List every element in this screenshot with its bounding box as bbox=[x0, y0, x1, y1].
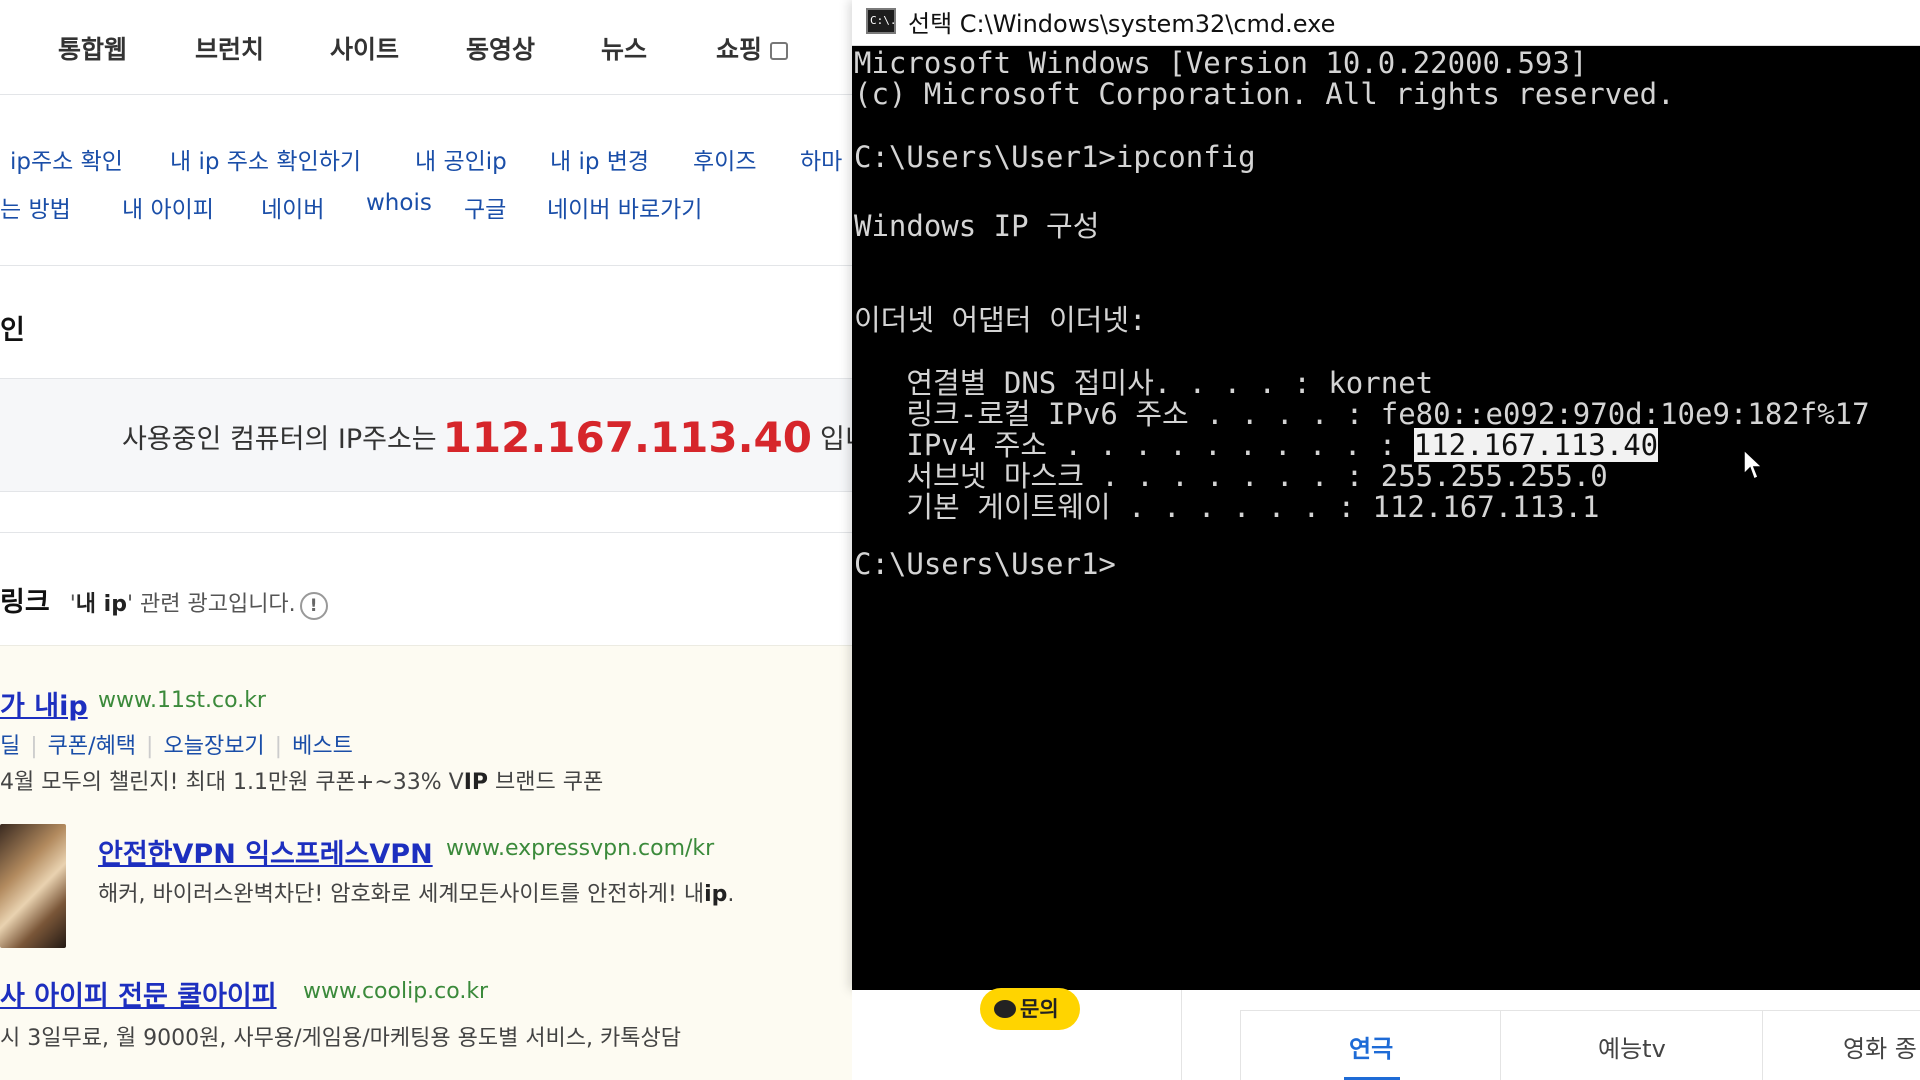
divider bbox=[1181, 990, 1182, 1080]
ad-description: 4월 모두의 챌린지! 최대 1.1만원 쿠폰+~33% VIP 브랜드 쿠폰 bbox=[0, 764, 603, 796]
ad-url[interactable]: www.coolip.co.kr bbox=[303, 979, 488, 1004]
ad-sitelink[interactable]: 오늘장보기 bbox=[163, 734, 264, 759]
ad-sitelink[interactable]: 쿠폰/혜택 bbox=[48, 734, 136, 759]
related-search-link[interactable]: ip주소 확인 bbox=[10, 142, 123, 176]
related-search-link[interactable]: 구글 bbox=[464, 190, 506, 224]
cmd-window[interactable]: C:\. 선택 C:\Windows\system32\cmd.exe Micr… bbox=[852, 0, 1920, 990]
console-line: Microsoft Windows [Version 10.0.22000.59… bbox=[854, 46, 1588, 80]
inquiry-chat-button[interactable]: 문의 bbox=[980, 988, 1080, 1030]
tab-integrated-web[interactable]: 통합웹 bbox=[58, 30, 127, 66]
ad-title-link[interactable]: 안전한VPN 익스프레스VPN bbox=[98, 832, 433, 871]
tab-entertainment-tv[interactable]: 예능tv bbox=[1598, 1029, 1666, 1064]
related-search-link[interactable]: 하마 bbox=[800, 142, 842, 176]
related-search-link[interactable]: 내 ip 주소 확인하기 bbox=[170, 142, 361, 176]
ip-address-value: 112.167.113.40 bbox=[442, 413, 812, 462]
ad-desc-text: 4월 모두의 챌린지! 최대 1.1만원 쿠폰+~33% V bbox=[0, 770, 464, 795]
ad-url[interactable]: www.11st.co.kr bbox=[98, 688, 266, 713]
search-tab-bar: 통합웹 브런치 사이트 동영상 뉴스 쇼핑 bbox=[0, 0, 852, 95]
ip-answer-box: 사용중인 컴퓨터의 IP주소는112.167.113.40입니 bbox=[0, 378, 852, 492]
ip-answer-line: 사용중인 컴퓨터의 IP주소는112.167.113.40입니 bbox=[122, 413, 852, 462]
tab-video[interactable]: 동영상 bbox=[466, 30, 535, 66]
ad-desc-keyword: IP bbox=[463, 770, 489, 795]
chat-bubble-icon bbox=[994, 1000, 1016, 1018]
ad-description: 시 3일무료, 월 9000원, 사무용/게임용/마케팅용 용도별 서비스, 카… bbox=[0, 1026, 681, 1051]
ip-prefix: 사용중인 컴퓨터의 IP주소는 bbox=[122, 424, 437, 455]
related-search-link[interactable]: 네이버 bbox=[261, 190, 324, 224]
ip-suffix: 입니 bbox=[819, 424, 852, 455]
ad-title-link[interactable]: 사 아이피 전문 쿨아이피 bbox=[0, 974, 277, 1013]
related-search-link[interactable]: whois bbox=[366, 190, 432, 216]
divider bbox=[1500, 1011, 1501, 1080]
info-icon[interactable]: ! bbox=[299, 592, 328, 620]
ad-title-link[interactable]: 가 내ip bbox=[0, 684, 88, 723]
mouse-pointer-icon bbox=[1743, 448, 1764, 481]
related-search-link[interactable]: 내 ip 변경 bbox=[550, 142, 649, 176]
cmd-window-title: 선택 C:\Windows\system32\cmd.exe bbox=[908, 10, 1336, 38]
tab-shopping[interactable]: 쇼핑 bbox=[716, 30, 789, 66]
related-searches: ip주소 확인 내 ip 주소 확인하기 내 공인ip 내 ip 변경 후이즈 … bbox=[0, 96, 852, 266]
related-search-link[interactable]: 네이버 바로가기 bbox=[547, 190, 702, 224]
ad-section-title: 링크 bbox=[0, 587, 50, 618]
tab-theater[interactable]: 연극 bbox=[1349, 1029, 1393, 1064]
tab-shopping-label: 쇼핑 bbox=[716, 35, 763, 64]
inquiry-chat-label: 문의 bbox=[1020, 997, 1059, 1021]
ad-note-text: ' 관련 광고입니다. bbox=[126, 592, 296, 617]
ad-sitelink[interactable]: 딜 bbox=[0, 734, 20, 759]
tab-movie-drama[interactable]: 영화 종 bbox=[1843, 1029, 1917, 1064]
related-search-link[interactable]: 내 공인ip bbox=[415, 142, 507, 176]
ad-thumbnail-image[interactable] bbox=[0, 824, 66, 948]
console-line: 기본 게이트웨이 . . . . . . : 112.167.113.1 bbox=[854, 490, 1600, 524]
tab-news[interactable]: 뉴스 bbox=[601, 30, 647, 66]
tab-brunch[interactable]: 브런치 bbox=[195, 30, 264, 66]
ad-sitelinks: 딜 | 쿠폰/혜택 | 오늘장보기 | 베스트 bbox=[0, 734, 353, 759]
cmd-titlebar[interactable]: C:\. 선택 C:\Windows\system32\cmd.exe bbox=[852, 0, 1920, 46]
related-search-link[interactable]: 내 아이피 bbox=[122, 190, 214, 224]
category-tab-bar: 연극 예능tv 영화 종 bbox=[1240, 1010, 1920, 1080]
ad-note-keyword: 내 ip bbox=[75, 592, 127, 617]
search-results-page: 통합웹 브런치 사이트 동영상 뉴스 쇼핑 ip주소 확인 내 ip 주소 확인… bbox=[0, 0, 852, 1080]
related-search-link[interactable]: 는 방법 bbox=[0, 190, 71, 224]
console-line: 이더넷 어댑터 이더넷: bbox=[854, 303, 1147, 337]
ad-desc-text: . bbox=[727, 882, 735, 907]
ad-list: 가 내ip www.11st.co.kr 딜 | 쿠폰/혜택 | 오늘장보기 | 베스트 4… bbox=[0, 645, 852, 1080]
tab-site[interactable]: 사이트 bbox=[330, 30, 399, 66]
ad-desc-keyword: ip bbox=[704, 882, 728, 907]
ad-note: '내 ip' 관련 광고입니다. bbox=[70, 592, 296, 617]
ad-section-header: 링크 '내 ip' 관련 광고입니다.! bbox=[0, 580, 328, 620]
ad-sitelink[interactable]: 베스트 bbox=[292, 734, 353, 759]
divider bbox=[1762, 1011, 1763, 1080]
related-search-link[interactable]: 후이즈 bbox=[693, 142, 756, 176]
console-line: Windows IP 구성 bbox=[854, 209, 1100, 243]
cmd-app-icon: C:\. bbox=[866, 8, 897, 34]
ad-url[interactable]: www.expressvpn.com/kr bbox=[446, 836, 714, 861]
divider bbox=[0, 532, 852, 533]
ip-section-title: 인 bbox=[0, 315, 25, 346]
console-line: C:\Users\User1>ipconfig bbox=[854, 140, 1256, 174]
ad-desc-text: 브랜드 쿠폰 bbox=[488, 770, 604, 795]
console-line: (c) Microsoft Corporation. All rights re… bbox=[854, 77, 1675, 111]
console-prompt[interactable]: C:\Users\User1> bbox=[854, 547, 1116, 581]
checkbox-icon[interactable] bbox=[770, 42, 789, 60]
ad-desc-text: 해커, 바이러스완벽차단! 암호화로 세계모든사이트를 안전하게! 내 bbox=[98, 882, 705, 907]
ad-description: 해커, 바이러스완벽차단! 암호화로 세계모든사이트를 안전하게! 내ip. bbox=[98, 876, 734, 908]
cmd-console-output[interactable]: Microsoft Windows [Version 10.0.22000.59… bbox=[852, 46, 1920, 990]
